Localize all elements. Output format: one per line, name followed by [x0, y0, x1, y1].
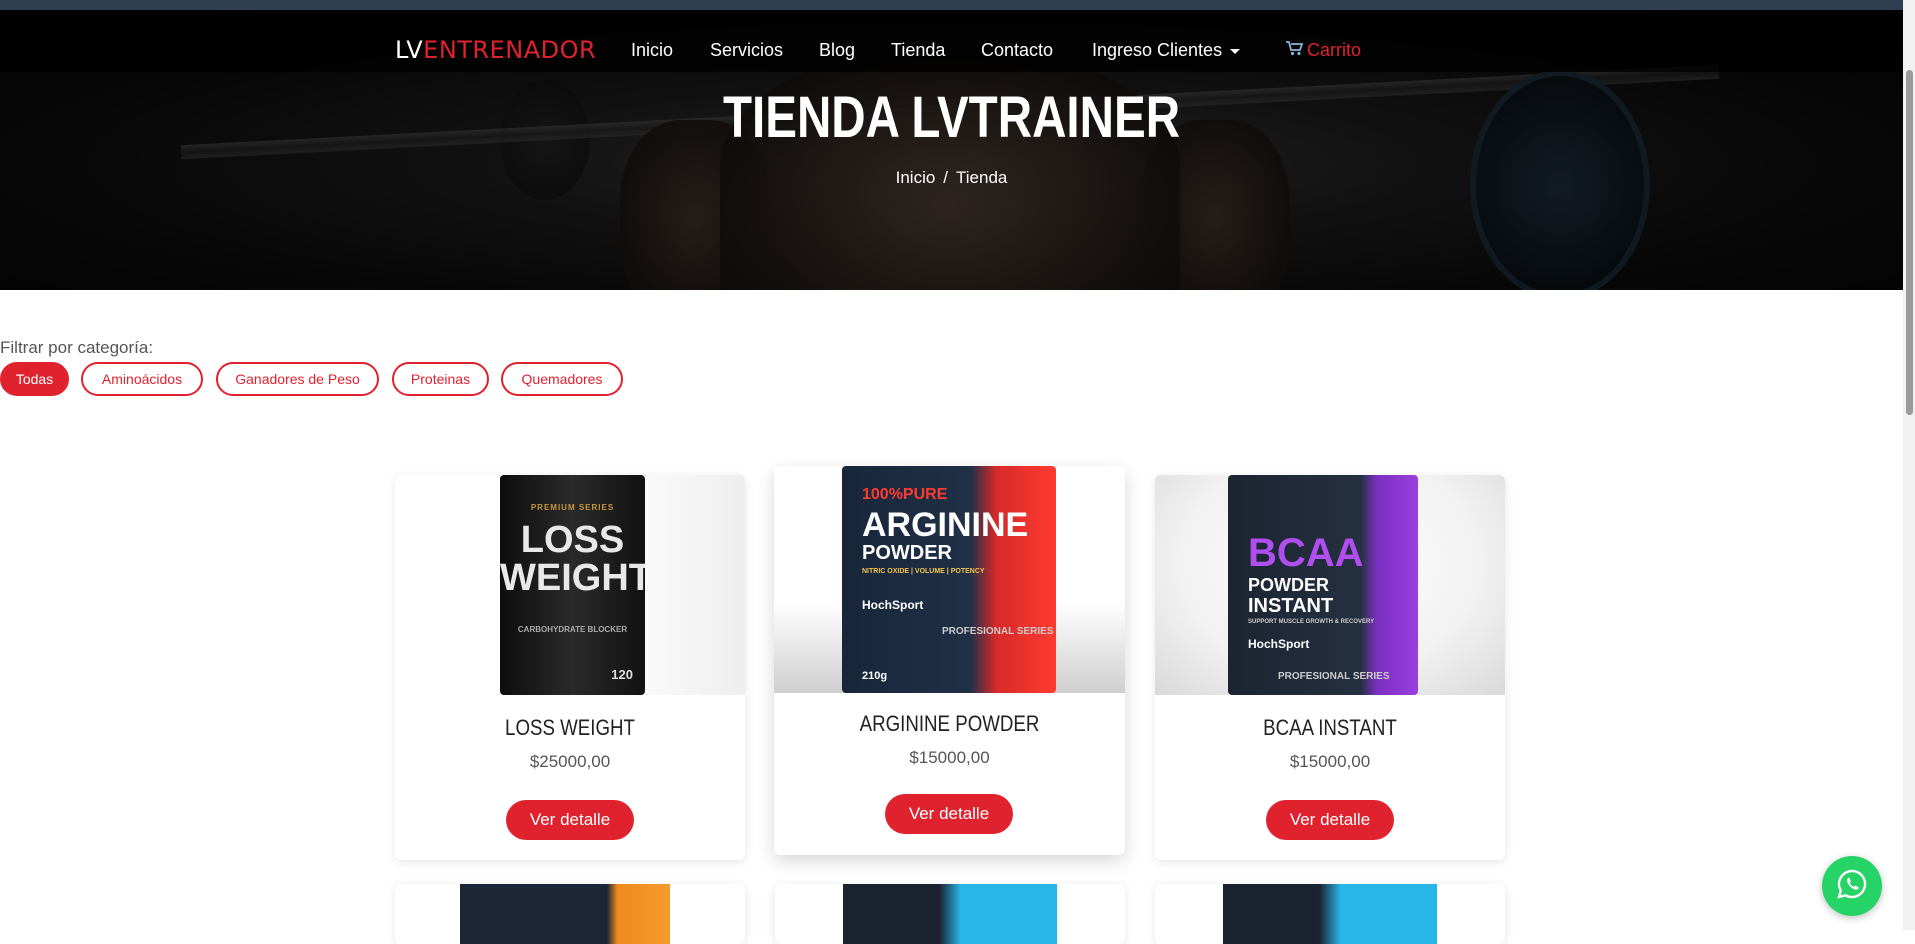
product-price: $15000,00	[1289, 752, 1371, 771]
product-pack: 100%PURE ARGININE POWDER NITRIC OXIDE | …	[842, 466, 1056, 693]
product-name: BCAA INSTANT	[1263, 715, 1397, 740]
product-price: $25000,00	[529, 752, 611, 771]
product-name: LOSS WEIGHT	[505, 715, 635, 740]
nav-link-servicios[interactable]: Servicios	[710, 40, 783, 61]
pack-series: PREMIUM SERIES	[530, 503, 615, 512]
breadcrumb-current: Tienda	[956, 168, 1008, 187]
pack-series: PROFESIONAL SERIES	[942, 626, 1054, 637]
whatsapp-button[interactable]	[1822, 856, 1882, 916]
pack-weight: 210g	[862, 670, 888, 682]
pack-line1: ARGININE	[862, 506, 1029, 544]
nav-link-contacto[interactable]: Contacto	[981, 40, 1053, 61]
product-card-next-2[interactable]	[775, 884, 1125, 944]
pack-line2: POWDER	[1248, 575, 1329, 595]
nav-dropdown-label: Ingreso Clientes	[1092, 40, 1223, 60]
pack-line1: LOSS	[520, 519, 625, 561]
pack-line3: INSTANT	[1248, 595, 1334, 617]
product-pack: PREMIUM SERIES LOSS WEIGHT CARBOHYDRATE …	[500, 475, 645, 695]
product-image[interactable]: BCAA POWDER INSTANT SUPPORT MUSCLE GROWT…	[1155, 475, 1505, 695]
pack-maker: HochSport	[862, 598, 924, 612]
filter-chip-aminoacidos[interactable]: Aminoácidos	[81, 362, 203, 396]
page-title: TIENDA LVTRAINER	[722, 85, 1181, 150]
chevron-down-icon	[1230, 48, 1241, 54]
product-card-arginine-powder[interactable]: 100%PURE ARGININE POWDER NITRIC OXIDE | …	[774, 466, 1125, 855]
pack-count: 120	[611, 667, 633, 682]
pack-brand: 100%PURE	[862, 486, 948, 503]
view-detail-button[interactable]: Ver detalle	[885, 794, 1013, 834]
nav-link-tienda[interactable]: Tienda	[891, 40, 945, 61]
pack-maker: HochSport	[1248, 637, 1310, 651]
brand-accent: ENTRENADOR	[423, 36, 597, 64]
view-detail-button[interactable]: Ver detalle	[1266, 800, 1394, 840]
breadcrumb-separator: /	[943, 168, 949, 187]
scrollbar-thumb[interactable]	[1906, 70, 1913, 415]
nav-link-blog[interactable]: Blog	[819, 40, 855, 61]
pack-line2: POWDER	[862, 542, 952, 564]
product-name: ARGININE POWDER	[859, 711, 1040, 736]
filter-chip-ganadores-de-peso[interactable]: Ganadores de Peso	[216, 362, 379, 396]
filter-chip-todas[interactable]: Todas	[0, 362, 69, 396]
filter-chip-proteinas[interactable]: Proteinas	[392, 362, 489, 396]
product-pack: BCAA POWDER INSTANT SUPPORT MUSCLE GROWT…	[1228, 475, 1418, 695]
pack-note: NITRIC OXIDE | VOLUME | POTENCY	[862, 568, 985, 575]
whatsapp-icon	[1835, 867, 1869, 905]
product-card-bcaa-instant[interactable]: BCAA POWDER INSTANT SUPPORT MUSCLE GROWT…	[1155, 475, 1505, 860]
cart-label: Carrito	[1307, 40, 1362, 60]
breadcrumb: Inicio / Tienda	[0, 168, 1903, 188]
product-image[interactable]	[1223, 884, 1437, 944]
nav-dropdown-ingreso-clientes[interactable]: Ingreso Clientes	[1092, 40, 1241, 61]
filter-label: Filtrar por categoría:	[0, 338, 154, 357]
brand-logo[interactable]: LVENTRENADOR	[395, 36, 596, 64]
product-image[interactable]	[460, 884, 670, 944]
product-image[interactable]: 100%PURE ARGININE POWDER NITRIC OXIDE | …	[774, 466, 1125, 693]
breadcrumb-home[interactable]: Inicio	[896, 168, 936, 187]
cart-icon	[1285, 40, 1304, 61]
browser-top-strip	[0, 0, 1915, 10]
pack-note: SUPPORT MUSCLE GROWTH & RECOVERY	[1248, 619, 1375, 625]
pack-line1: BCAA	[1248, 531, 1364, 575]
product-card-next-1[interactable]	[395, 884, 745, 944]
product-price: $15000,00	[909, 748, 990, 767]
filter-chip-quemadores[interactable]: Quemadores	[501, 362, 623, 396]
top-navbar: LVENTRENADOR Inicio Servicios Blog Tiend…	[0, 10, 1903, 72]
product-card-loss-weight[interactable]: PREMIUM SERIES LOSS WEIGHT CARBOHYDRATE …	[395, 475, 745, 860]
brand-prefix: LV	[395, 36, 424, 64]
pack-series: PROFESIONAL SERIES	[1278, 671, 1390, 682]
product-card-next-3[interactable]	[1155, 884, 1505, 944]
nav-link-cart[interactable]: Carrito	[1285, 40, 1361, 61]
pack-line2: WEIGHT	[500, 557, 645, 599]
product-image[interactable]	[843, 884, 1057, 944]
view-detail-button[interactable]: Ver detalle	[506, 800, 634, 840]
pack-note: CARBOHYDRATE BLOCKER	[517, 625, 628, 634]
product-image[interactable]: PREMIUM SERIES LOSS WEIGHT CARBOHYDRATE …	[395, 475, 745, 695]
nav-link-inicio[interactable]: Inicio	[631, 40, 673, 61]
